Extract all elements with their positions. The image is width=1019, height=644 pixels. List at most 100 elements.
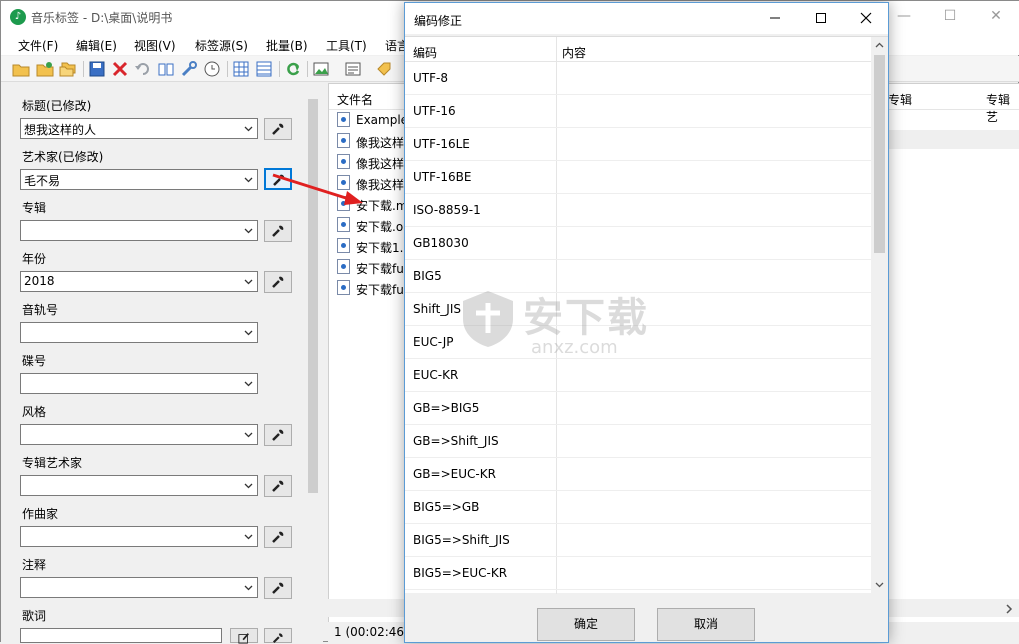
dialog-maximize-button[interactable] — [798, 3, 844, 34]
encoding-row[interactable]: UTF-16LE — [405, 128, 871, 161]
wrench-icon — [272, 531, 284, 543]
album-artist-combo[interactable] — [20, 475, 258, 496]
scroll-down-icon[interactable] — [874, 579, 885, 590]
composer-wrench-button[interactable] — [264, 526, 292, 548]
disc-combo[interactable] — [20, 373, 258, 394]
column-encoding[interactable]: 编码 — [413, 44, 437, 61]
album-wrench-button[interactable] — [264, 220, 292, 242]
ok-button[interactable]: 确定 — [537, 608, 635, 641]
close-button[interactable]: ✕ — [973, 1, 1019, 31]
genre-wrench-button[interactable] — [264, 424, 292, 446]
genre-combo[interactable] — [20, 424, 258, 445]
toolbar-separator — [307, 61, 308, 77]
menu-tools[interactable]: 工具(T) — [326, 37, 367, 54]
artist-value: 毛不易 — [24, 174, 61, 188]
menu-batch[interactable]: 批量(B) — [266, 37, 308, 54]
save-icon[interactable] — [88, 60, 106, 78]
encoding-row[interactable]: BIG5=>Shift_JIS — [405, 524, 871, 557]
menu-view[interactable]: 视图(V) — [134, 37, 176, 54]
menu-tag-source[interactable]: 标签源(S) — [195, 37, 248, 54]
lyrics-edit-button[interactable] — [230, 628, 258, 644]
album-combo[interactable] — [20, 220, 258, 241]
title-combo[interactable]: 想我这样的人 — [20, 118, 258, 139]
scrollbar-thumb[interactable] — [874, 55, 885, 253]
encoding-row[interactable]: GB=>Shift_JIS — [405, 425, 871, 458]
encoding-row[interactable]: ISO-8859-1 — [405, 194, 871, 227]
music-note-icon: ♪ — [10, 9, 26, 25]
encoding-row[interactable]: GB=>BIG5 — [405, 392, 871, 425]
text-format-icon[interactable] — [344, 60, 362, 78]
encoding-row[interactable]: GB18030 — [405, 227, 871, 260]
track-combo[interactable] — [20, 322, 258, 343]
grid-icon[interactable] — [232, 60, 250, 78]
column-filename[interactable]: 文件名 — [337, 91, 373, 108]
encoding-row[interactable]: UTF-8 — [405, 62, 871, 95]
lyrics-wrench-button[interactable] — [264, 628, 292, 644]
lyrics-combo[interactable] — [20, 628, 222, 643]
wrench-icon — [272, 480, 284, 492]
encoding-row[interactable]: BIG5=>GB — [405, 491, 871, 524]
window-title: 音乐标签 - D:\桌面\说明书 — [31, 11, 173, 25]
music-tag-window: ♪ 音乐标签 - D:\桌面\说明书 — ☐ ✕ 文件(F) 编辑(E) 视图(… — [0, 0, 1019, 644]
clock-icon[interactable] — [203, 60, 221, 78]
encoding-row[interactable]: UTF-16BE — [405, 161, 871, 194]
column-album-artist[interactable]: 专辑艺 — [986, 91, 1019, 125]
image-icon[interactable] — [312, 60, 330, 78]
encoding-row[interactable]: BIG5=>EUC-KR — [405, 557, 871, 590]
watermark-sub: anxz.com — [531, 337, 618, 358]
refresh-icon[interactable] — [284, 60, 302, 78]
menu-edit[interactable]: 编辑(E) — [76, 37, 117, 54]
dialog-close-button[interactable] — [843, 3, 889, 34]
composer-combo[interactable] — [20, 526, 258, 547]
encoding-row[interactable]: EUC-KR — [405, 359, 871, 392]
undo-icon[interactable] — [134, 60, 152, 78]
watermark-text: 安下载 — [523, 295, 649, 341]
chevron-down-icon — [244, 177, 253, 183]
maximize-button[interactable]: ☐ — [927, 1, 973, 31]
toolbar-separator — [279, 61, 280, 77]
title-label: 标题(已修改) — [22, 99, 92, 113]
add-folder-icon[interactable] — [36, 60, 54, 78]
wrench-tool-icon[interactable] — [180, 60, 198, 78]
scrollbar-thumb[interactable] — [308, 99, 318, 493]
close-icon — [860, 12, 872, 24]
chevron-down-icon — [244, 330, 253, 336]
scroll-up-icon[interactable] — [874, 40, 885, 51]
artist-label: 艺术家(已修改) — [22, 150, 104, 164]
title-value: 想我这样的人 — [24, 123, 97, 137]
encoding-list-scrollbar[interactable] — [871, 37, 888, 594]
disc-label: 碟号 — [22, 354, 47, 368]
chevron-down-icon — [244, 381, 253, 387]
folders-icon[interactable] — [59, 60, 77, 78]
comment-combo[interactable] — [20, 577, 258, 598]
encoding-row[interactable]: GB=>EUC-KR — [405, 458, 871, 491]
chevron-down-icon — [244, 534, 253, 540]
open-folder-icon[interactable] — [12, 60, 30, 78]
dialog-title: 编码修正 — [414, 14, 463, 28]
artist-combo[interactable]: 毛不易 — [20, 169, 258, 190]
column-content[interactable]: 内容 — [562, 44, 586, 61]
cancel-button[interactable]: 取消 — [657, 608, 755, 641]
column-album[interactable]: 专辑 — [888, 91, 912, 108]
wrench-icon — [272, 582, 284, 594]
menu-file[interactable]: 文件(F) — [18, 37, 58, 54]
encoding-list-header: 编码 内容 — [405, 37, 871, 62]
lyrics-label: 歌词 — [22, 609, 47, 623]
encoding-row[interactable]: UTF-16 — [405, 95, 871, 128]
comment-wrench-button[interactable] — [264, 577, 292, 599]
track-label: 音轨号 — [22, 303, 59, 317]
year-wrench-button[interactable] — [264, 271, 292, 293]
dialog-minimize-button[interactable] — [752, 3, 798, 34]
composer-label: 作曲家 — [22, 507, 59, 521]
book-icon[interactable] — [157, 60, 175, 78]
delete-icon[interactable] — [111, 60, 129, 78]
scroll-right-icon[interactable] — [1003, 603, 1015, 615]
left-panel-scrollbar[interactable] — [305, 83, 321, 643]
year-combo[interactable]: 2018 — [20, 271, 258, 292]
table-icon[interactable] — [255, 60, 273, 78]
red-arrow-icon — [272, 173, 363, 205]
year-label: 年份 — [22, 252, 47, 266]
title-wrench-button[interactable] — [264, 118, 292, 140]
tag-icon[interactable] — [375, 60, 393, 78]
album-artist-wrench-button[interactable] — [264, 475, 292, 497]
